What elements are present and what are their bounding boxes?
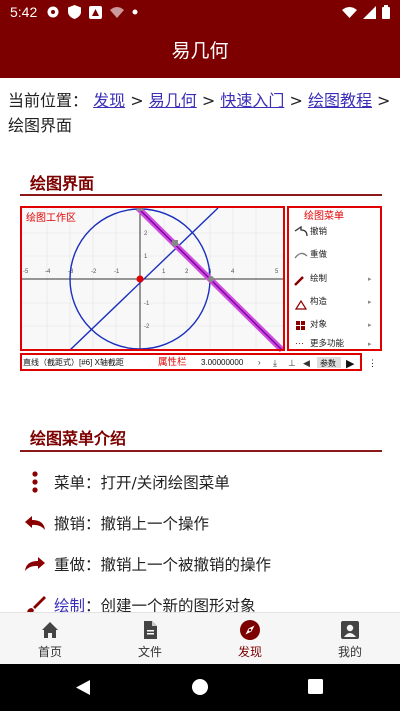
compass-icon <box>240 620 260 640</box>
wifi-off-icon <box>110 7 124 18</box>
nav-label: 发现 <box>237 645 262 659</box>
list-item-draw: 绘制 ：创建一个新的图形对象 <box>20 593 256 612</box>
breadcrumb-link-geometry[interactable]: 易几何 <box>149 91 197 110</box>
shield-icon <box>68 5 81 19</box>
attr-object-label: 直线（截距式）[#6] X轴截距 <box>23 357 124 367</box>
gear-icon <box>47 6 59 18</box>
svg-text:▸: ▸ <box>368 299 372 306</box>
work-area-label: 绘图工作区 <box>26 211 76 224</box>
item-name[interactable]: 绘制 <box>54 594 85 612</box>
list-item-menu: 菜单 ：打开/关闭绘图菜单 <box>20 470 230 494</box>
home-circle-icon[interactable] <box>191 678 209 696</box>
menu-item-more: 更多功能 <box>310 338 345 348</box>
breadcrumb-separator: > <box>289 91 303 110</box>
svg-text:›: › <box>258 358 261 367</box>
menu-item-construct: 构造 <box>310 296 328 306</box>
origin-point <box>136 275 144 283</box>
breadcrumb-prefix: 当前位置： <box>8 91 89 110</box>
item-name: 撤销 <box>54 515 86 533</box>
x-tick-label: -4 <box>45 269 51 275</box>
status-time: 5:42 <box>10 4 38 20</box>
account-icon <box>341 621 359 639</box>
nav-files[interactable]: 文件 <box>100 619 200 660</box>
back-icon[interactable] <box>75 679 91 696</box>
breadcrumb: 当前位置： 发现 > 易几何 > 快速入门 > 绘图教程 > 绘图界面 <box>8 88 393 138</box>
nav-label: 首页 <box>37 645 62 659</box>
pin-icon: ⊥ <box>288 358 296 368</box>
section-divider <box>20 450 382 452</box>
breadcrumb-link-tutorial[interactable]: 绘图教程 <box>308 91 372 110</box>
svg-text:▸: ▸ <box>368 341 372 348</box>
interface-figure: -5 -4 -3 -2 -1 1 2 3 4 5 2 1 -1 -2 绘图工作区… <box>20 206 382 372</box>
list-item-redo: 重做 ：撤销上一个被撤销的操作 <box>20 552 271 576</box>
menu-label: 绘图菜单 <box>304 209 344 222</box>
breadcrumb-separator: > <box>130 91 144 110</box>
content-area[interactable]: 当前位置： 发现 > 易几何 > 快速入门 > 绘图教程 > 绘图界面 绘图界面 <box>0 78 400 612</box>
recents-icon[interactable] <box>308 679 323 694</box>
nav-label: 文件 <box>137 645 162 659</box>
prev-icon: ◀ <box>303 358 310 368</box>
system-nav-bar <box>0 664 400 711</box>
breadcrumb-link-quickstart[interactable]: 快速入门 <box>220 91 284 110</box>
redo-icon <box>20 552 50 576</box>
page-title: 易几何 <box>171 40 229 62</box>
attr-value: 3.00000000 <box>201 358 244 367</box>
nav-mine[interactable]: 我的 <box>300 619 400 660</box>
y-tick-label: -2 <box>144 324 150 330</box>
breadcrumb-link-discover[interactable]: 发现 <box>93 91 125 110</box>
item-name: 菜单 <box>54 474 86 492</box>
nav-home[interactable]: 首页 <box>0 619 100 660</box>
x-tick-label: -1 <box>114 269 120 275</box>
file-icon <box>144 621 157 639</box>
bottom-nav: 首页 文件 发现 我的 <box>0 612 400 665</box>
vertical-dots-icon <box>20 470 50 494</box>
undo-icon <box>20 511 50 535</box>
item-desc: ：创建一个新的图形对象 <box>85 597 256 612</box>
x-tick-label: -5 <box>23 269 29 275</box>
breadcrumb-separator: > <box>377 91 391 110</box>
download-icon: ⤓ <box>273 358 277 368</box>
more-icon: ··· <box>295 338 304 348</box>
breadcrumb-separator: > <box>201 91 216 110</box>
control-point <box>172 240 178 246</box>
attr-bar-label: 属性栏 <box>158 356 187 368</box>
interface-diagram: -5 -4 -3 -2 -1 1 2 3 4 5 2 1 -1 -2 绘图工作区… <box>20 206 382 371</box>
app-bar: 易几何 <box>0 24 400 78</box>
list-item-undo: 撤销 ：撤销上一个操作 <box>20 511 209 535</box>
brush-icon <box>20 593 50 612</box>
y-tick-label: -1 <box>144 301 150 307</box>
x-tick-label: -2 <box>91 269 97 275</box>
item-desc: ：打开/关闭绘图菜单 <box>85 474 230 492</box>
dot-icon <box>132 9 138 15</box>
svg-text:▸: ▸ <box>368 322 372 329</box>
battery-icon <box>382 5 390 19</box>
svg-text:▸: ▸ <box>368 276 372 283</box>
vertical-dots-icon: ⋮ <box>368 358 377 368</box>
status-bar: 5:42 <box>0 0 400 24</box>
nav-discover[interactable]: 发现 <box>200 619 300 660</box>
intersection-point <box>208 276 214 282</box>
wifi-icon <box>342 7 357 18</box>
section-divider <box>20 194 382 196</box>
section-title-menu: 绘图菜单介绍 <box>30 429 127 448</box>
breadcrumb-current: 绘图界面 <box>8 116 73 135</box>
menu-item-redo: 重做 <box>310 249 328 259</box>
home-icon <box>42 622 58 638</box>
item-desc: ：撤销上一个操作 <box>85 515 210 533</box>
item-name: 重做 <box>54 556 86 574</box>
params-label: 参数 <box>320 358 336 368</box>
menu-item-undo: 撤销 <box>310 226 328 236</box>
nav-label: 我的 <box>337 645 362 659</box>
signal-icon <box>363 5 376 19</box>
play-icon: ▶ <box>346 358 355 370</box>
app-notification-icon <box>89 5 102 19</box>
menu-item-draw: 绘制 <box>310 273 327 283</box>
menu-item-object: 对象 <box>310 319 328 329</box>
item-desc: ：撤销上一个被撤销的操作 <box>85 556 272 574</box>
section-title-interface: 绘图界面 <box>30 174 95 193</box>
